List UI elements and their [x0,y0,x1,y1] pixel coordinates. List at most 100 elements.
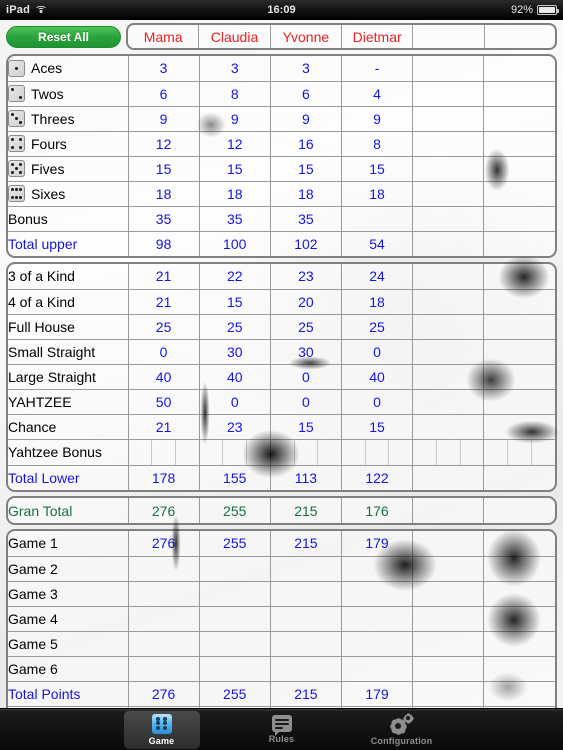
yahtzee-bonus-subcell[interactable] [295,439,319,465]
score-cell[interactable]: 0 [270,389,342,415]
score-cell[interactable] [341,556,414,582]
player-header-claudia[interactable]: Claudia [199,25,271,48]
score-cell[interactable]: 23 [270,264,342,290]
score-cell[interactable]: 276 [128,681,200,707]
score-cell[interactable]: 3 [199,56,271,82]
score-cell[interactable]: 15 [199,156,271,182]
score-cell[interactable]: 35 [270,206,342,232]
score-cell[interactable] [412,56,485,82]
player-header-yvonne[interactable]: Yvonne [271,25,342,48]
score-cell[interactable]: 8 [199,81,271,107]
score-cell[interactable] [341,606,414,632]
score-cell[interactable]: 15 [128,156,200,182]
yahtzee-bonus-subcell[interactable] [271,439,295,465]
score-cell[interactable] [199,556,271,582]
score-cell[interactable] [270,631,342,657]
score-cell[interactable] [412,289,485,315]
score-cell[interactable] [128,606,200,632]
score-cell[interactable] [412,581,485,607]
yahtzee-bonus-subcell[interactable] [413,439,437,465]
tab-configuration[interactable]: Configuration [364,711,440,749]
yahtzee-bonus-subcell[interactable] [532,440,555,465]
score-cell[interactable]: 0 [341,389,414,415]
score-cell[interactable] [412,206,485,232]
score-cell[interactable] [199,606,271,632]
score-cell[interactable]: 276 [128,531,200,557]
score-cell[interactable] [483,81,555,107]
score-cell[interactable] [483,531,555,557]
yahtzee-bonus-subcell[interactable] [129,439,153,465]
score-cell[interactable] [483,56,555,82]
score-cell[interactable]: 0 [270,364,342,390]
score-cell[interactable]: 100 [199,231,271,256]
score-cell[interactable]: 21 [128,264,200,290]
score-cell[interactable] [270,656,342,682]
score-cell[interactable]: 0 [341,339,414,365]
score-cell[interactable] [341,656,414,682]
score-cell[interactable]: 155 [199,465,271,490]
score-cell[interactable] [199,581,271,607]
score-cell[interactable]: 21 [128,414,200,440]
yahtzee-bonus-subcell[interactable] [461,440,484,465]
score-cell[interactable]: 35 [199,206,271,232]
score-cell[interactable] [483,156,555,182]
score-cell[interactable] [341,631,414,657]
player-header-empty[interactable] [413,25,485,48]
score-cell[interactable] [270,606,342,632]
score-cell[interactable] [483,289,555,315]
yahtzee-bonus-subcell[interactable] [508,439,533,465]
score-cell[interactable] [483,181,555,207]
score-cell[interactable] [270,556,342,582]
score-cell[interactable] [484,231,555,256]
score-cell[interactable]: 15 [270,414,342,440]
score-cell[interactable]: 113 [270,465,342,490]
score-cell[interactable]: 18 [199,181,271,207]
score-cell[interactable] [483,206,555,232]
yahtzee-bonus-subcell[interactable] [247,440,270,465]
score-cell[interactable]: 35 [128,206,200,232]
score-cell[interactable] [412,531,485,557]
score-cell[interactable] [412,414,485,440]
score-cell[interactable] [128,631,200,657]
yahtzee-bonus-cell[interactable] [270,439,342,466]
score-cell[interactable] [412,339,485,365]
score-cell[interactable]: 18 [341,289,414,315]
score-cell[interactable] [412,181,485,207]
score-cell[interactable]: 0 [199,389,271,415]
score-cell[interactable] [128,656,200,682]
score-cell[interactable]: 23 [199,414,271,440]
score-cell[interactable] [412,106,485,132]
score-cell[interactable]: 16 [270,131,342,157]
score-cell[interactable]: 8 [341,131,414,157]
score-cell[interactable] [483,264,555,290]
score-cell[interactable]: 255 [199,681,271,707]
score-cell[interactable]: 179 [341,531,414,557]
yahtzee-bonus-cell[interactable] [341,439,414,466]
score-cell[interactable]: 179 [341,681,414,707]
player-header-mama[interactable]: Mama [128,25,200,48]
score-cell[interactable] [412,314,485,340]
score-cell[interactable]: 0 [128,339,200,365]
score-cell[interactable]: 25 [270,314,342,340]
score-cell[interactable]: 25 [199,314,271,340]
score-cell[interactable]: 18 [270,181,342,207]
score-cell[interactable]: 15 [270,156,342,182]
score-cell[interactable] [412,681,485,707]
score-cell[interactable] [483,581,555,607]
score-cell[interactable]: 15 [199,289,271,315]
score-cell[interactable]: 12 [128,131,200,157]
yahtzee-bonus-subcell[interactable] [152,439,176,465]
score-cell[interactable] [483,414,555,440]
score-cell[interactable]: - [341,56,414,82]
score-cell[interactable]: 98 [128,231,200,256]
player-header-dietmar[interactable]: Dietmar [342,25,414,48]
yahtzee-bonus-subcell[interactable] [437,439,461,465]
score-cell[interactable] [483,631,555,657]
score-cell[interactable]: 15 [341,414,414,440]
score-cell[interactable]: 21 [128,289,200,315]
yahtzee-bonus-cell[interactable] [483,439,555,466]
score-cell[interactable] [412,465,485,490]
score-cell[interactable]: 6 [128,81,200,107]
score-cell[interactable]: 30 [199,339,271,365]
score-cell[interactable]: 255 [199,531,271,557]
